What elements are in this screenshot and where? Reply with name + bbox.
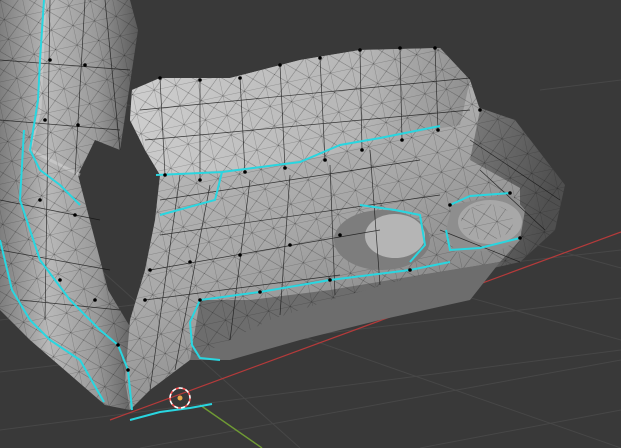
3d-viewport[interactable] [0, 0, 621, 448]
y-axis-line [199, 404, 263, 448]
3d-cursor-icon[interactable] [169, 387, 191, 409]
mesh-hole-inner[interactable] [334, 210, 430, 270]
